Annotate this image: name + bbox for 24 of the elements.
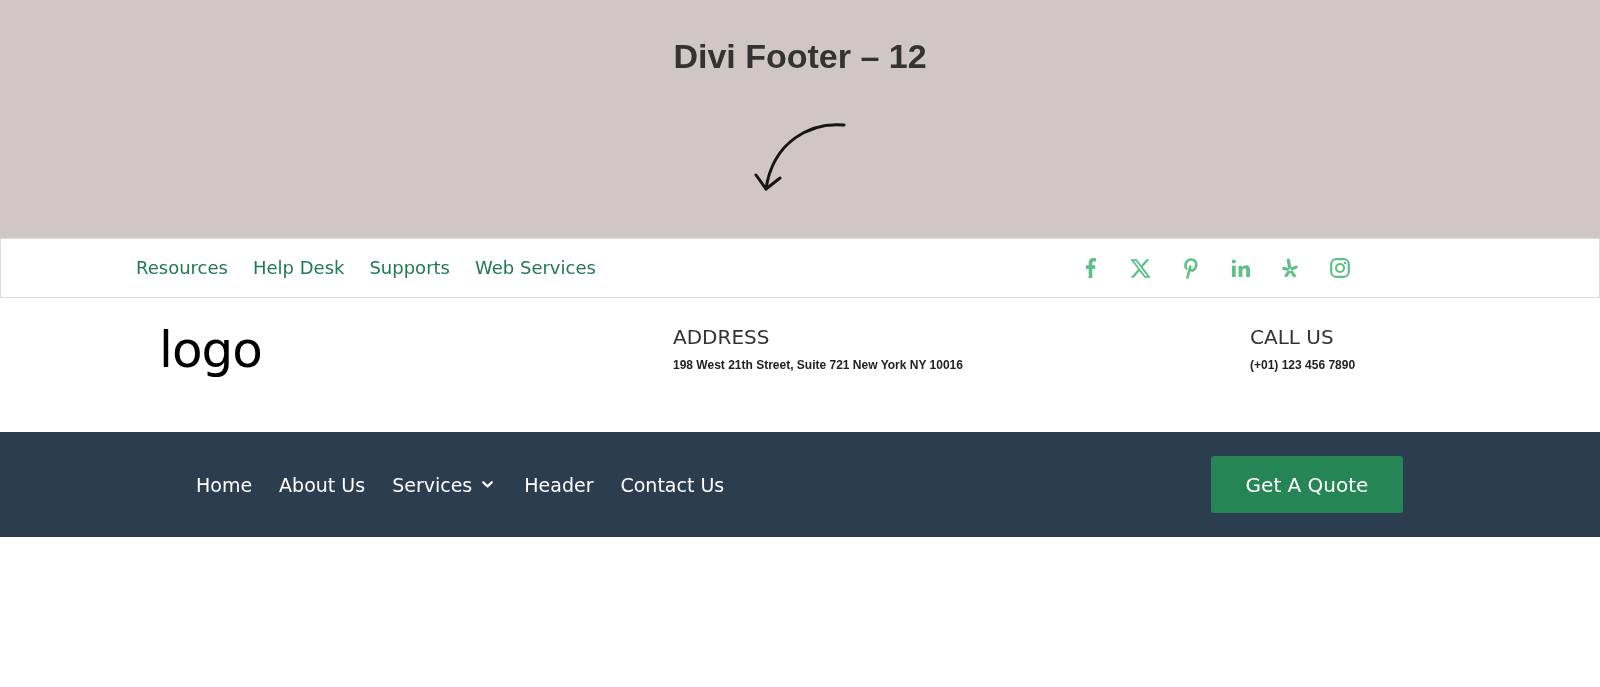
contact-detail: 198 West 21th Street, Suite 721 New York NY 10016 [673,357,964,373]
curved-arrow-icon [754,121,846,191]
footer-link[interactable]: Web Services [475,257,596,279]
linkedin-icon[interactable] [1230,258,1250,278]
footer-link[interactable]: Resources [136,257,228,279]
page-title: Divi Footer – 12 [673,36,927,77]
chevron-down-icon [482,481,494,488]
get-quote-button[interactable]: Get A Quote [1211,456,1403,513]
footer-link[interactable]: Help Desk [252,257,345,279]
nav-link[interactable]: Home [196,472,253,497]
yelp-icon[interactable] [1282,258,1298,278]
nav-link[interactable]: About Us [279,472,366,497]
pinterest-icon[interactable] [1182,257,1198,279]
nav-link[interactable]: Contact Us [620,472,725,497]
nav-link[interactable]: Header [524,472,594,497]
instagram-icon[interactable] [1330,258,1350,278]
contact-heading: ADDRESS [673,325,771,349]
nav-link[interactable]: Services [392,472,494,497]
footer-link[interactable]: Supports [369,257,450,279]
logo[interactable]: logo [159,325,262,375]
facebook-icon[interactable] [1084,258,1096,278]
contact-heading: CALL US [1250,325,1335,349]
x-logo-icon[interactable] [1129,258,1151,278]
contact-detail: (+01) 123 456 7890 [1250,357,1357,373]
